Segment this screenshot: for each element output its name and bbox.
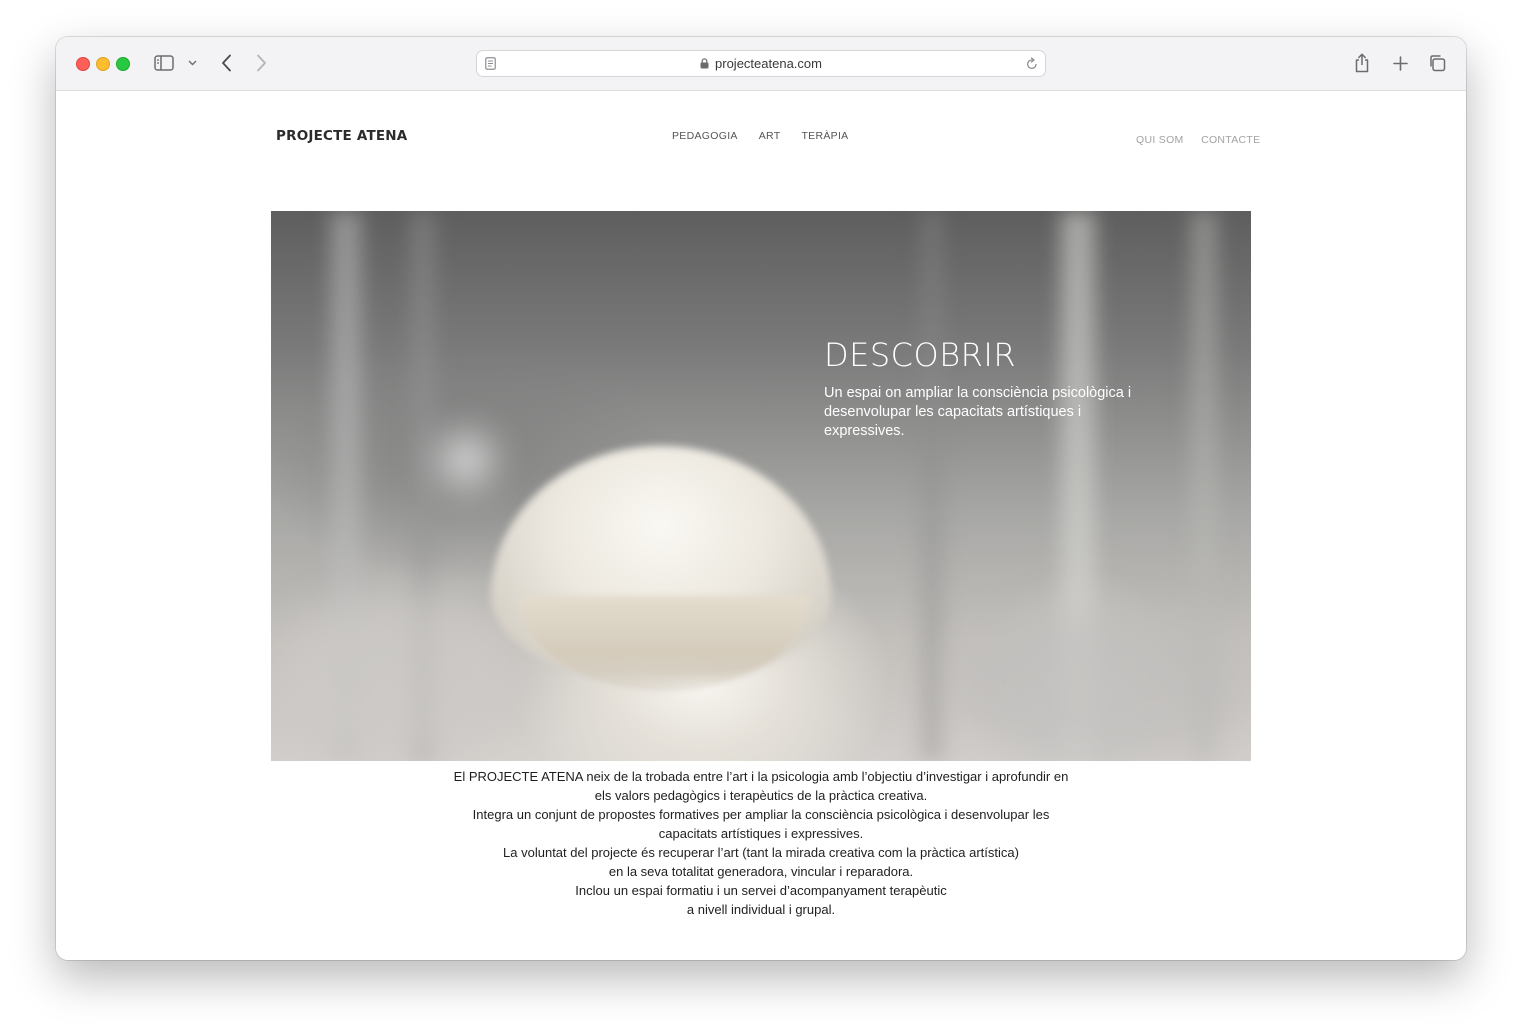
address-text-wrapper: projecteatena.com: [477, 56, 1045, 72]
hero-bg-shape: [921, 211, 943, 761]
share-icon[interactable]: [1352, 51, 1372, 75]
browser-window: projecteatena.com PROJECTE ATENA PEDAGOG…: [56, 37, 1466, 960]
site-logo[interactable]: PROJECTE ATENA: [276, 128, 407, 144]
hero-bg-shape: [951, 611, 1251, 761]
forward-icon[interactable]: [253, 51, 269, 75]
tabs-overview-icon[interactable]: [1427, 51, 1447, 75]
nav-link-art[interactable]: ART: [759, 130, 781, 142]
about-line: Inclou un espai formatiu i un servei d’a…: [575, 883, 947, 898]
close-window-button[interactable]: [76, 57, 90, 71]
hero-subtitle: Un espai on ampliar la consciència psico…: [824, 384, 1184, 441]
about-line: capacitats artístiques i expressives.: [658, 826, 864, 841]
hero-subtitle-line: Un espai on ampliar la consciència psico…: [824, 385, 1132, 401]
minimize-window-button[interactable]: [96, 57, 110, 71]
sidebar-icon[interactable]: [153, 51, 175, 75]
lock-icon: [700, 57, 709, 72]
nav-link-terapia[interactable]: TERÀPIA: [801, 130, 848, 142]
hero-subtitle-line: desenvolupar les capacitats artístiques …: [824, 404, 1082, 420]
hero-title: DESCOBRIR: [824, 336, 1017, 374]
nav-link-pedagogia[interactable]: PEDAGOGIA: [672, 130, 738, 142]
about-line: El PROJECTE ATENA neix de la trobada ent…: [453, 769, 1069, 784]
browser-toolbar: projecteatena.com: [56, 37, 1466, 91]
about-text: El PROJECTE ATENA neix de la trobada ent…: [411, 767, 1111, 919]
chevron-down-icon[interactable]: [186, 51, 198, 75]
secondary-nav: QUI SOM CONTACTE: [1136, 130, 1273, 148]
about-line: La voluntat del projecte és recuperar l’…: [503, 845, 1019, 860]
hero-shell-image: [519, 596, 809, 691]
nav-link-contacte[interactable]: CONTACTE: [1201, 134, 1260, 146]
main-nav: PEDAGOGIA ART TERÀPIA: [672, 130, 869, 142]
hero-bg-shape: [271, 591, 531, 761]
zoom-window-button[interactable]: [116, 57, 130, 71]
url-text: projecteatena.com: [715, 56, 822, 71]
about-line: a nivell individual i grupal.: [686, 902, 836, 917]
nav-link-qui-som[interactable]: QUI SOM: [1136, 134, 1184, 146]
about-line: en la seva totalitat generadora, vincula…: [608, 864, 914, 879]
about-line: els valors pedagògics i terapèutics de l…: [594, 788, 928, 803]
new-tab-icon[interactable]: [1390, 51, 1410, 75]
back-icon[interactable]: [218, 51, 234, 75]
about-line: Integra un conjunt de propostes formativ…: [472, 807, 1050, 822]
web-page: PROJECTE ATENA PEDAGOGIA ART TERÀPIA QUI…: [56, 91, 1466, 960]
hero-banner: DESCOBRIR Un espai on ampliar la consciè…: [271, 211, 1251, 761]
reload-icon[interactable]: [1026, 57, 1038, 75]
hero-subtitle-line: expressives.: [824, 423, 905, 439]
address-bar[interactable]: projecteatena.com: [476, 50, 1046, 77]
hero-bg-shape: [441, 436, 491, 486]
